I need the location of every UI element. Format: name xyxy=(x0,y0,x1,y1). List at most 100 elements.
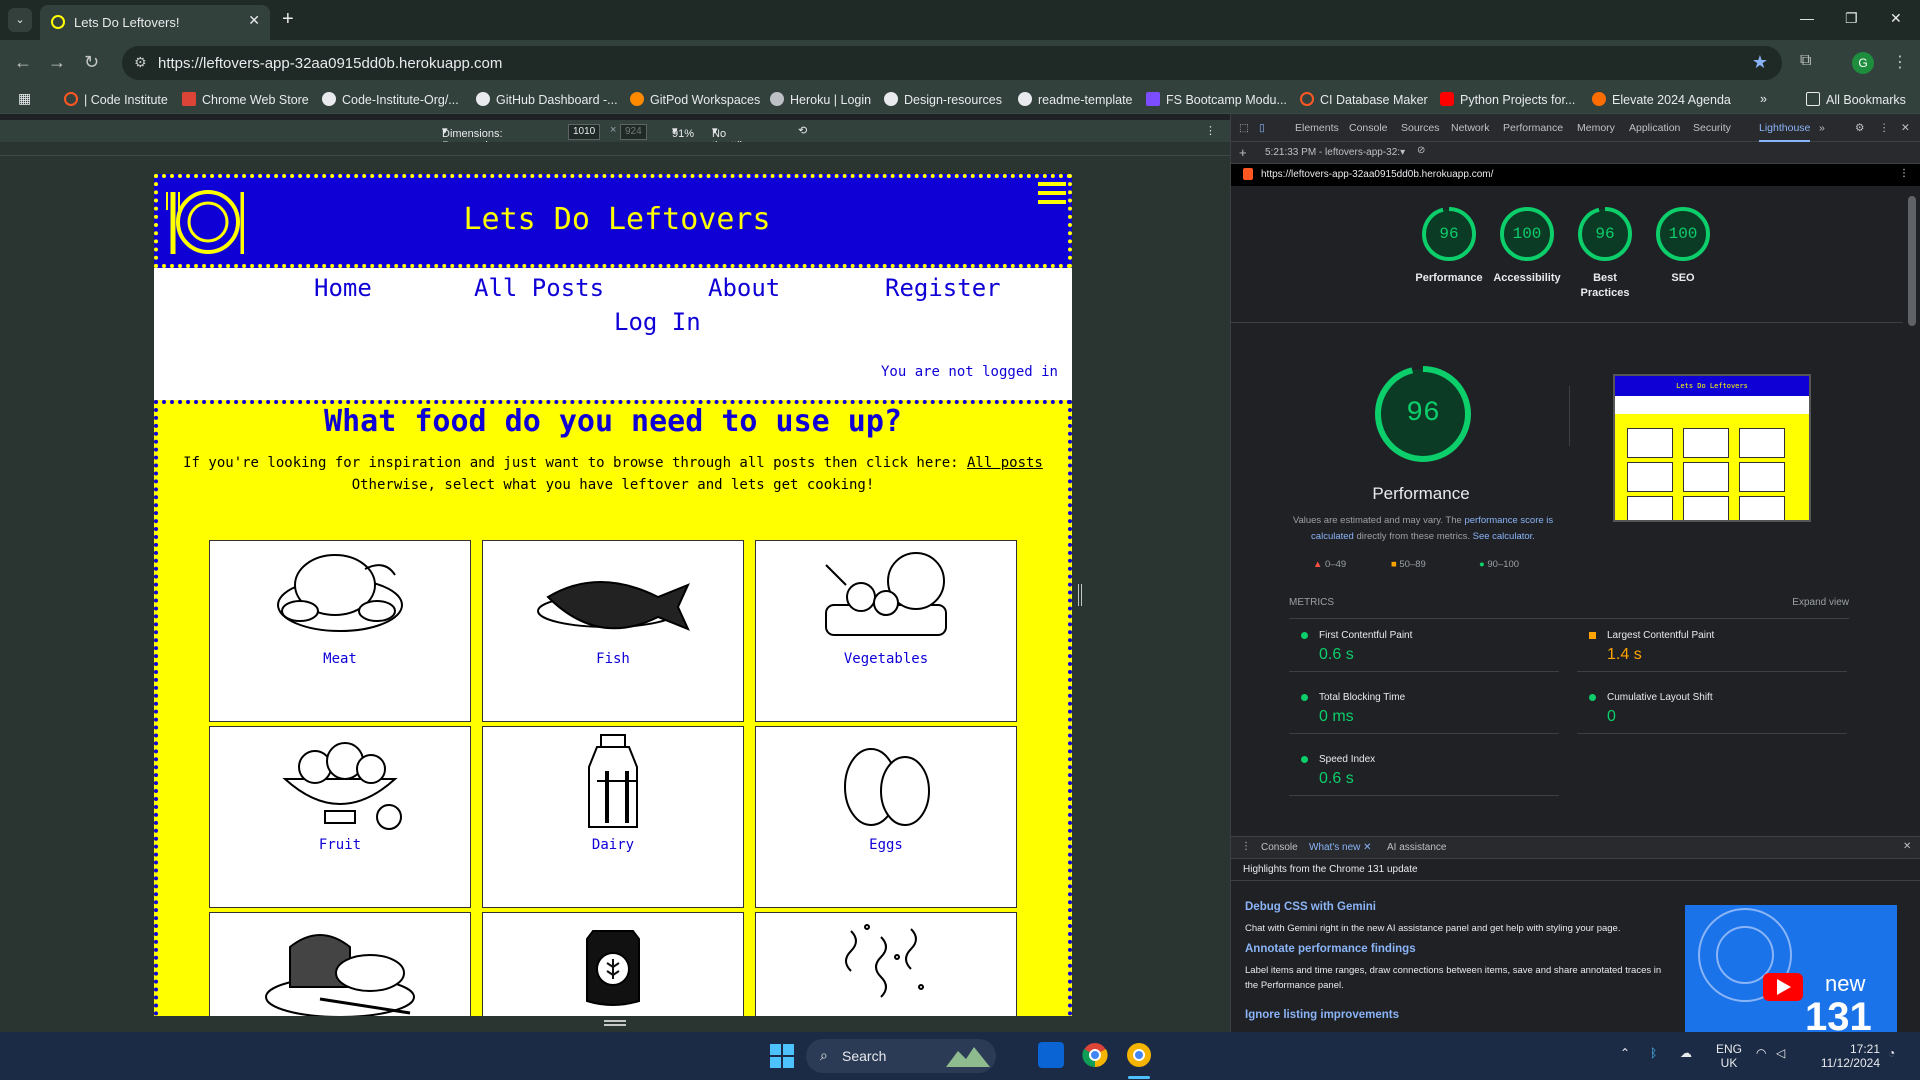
tab-lighthouse[interactable]: Lighthouse xyxy=(1759,122,1811,142)
score-best-practices[interactable]: 96 Best Practices xyxy=(1565,206,1645,301)
height-input[interactable]: 924 xyxy=(620,124,647,140)
close-devtools-icon[interactable]: ✕ xyxy=(1901,122,1910,134)
category-card-dairy[interactable]: Dairy xyxy=(482,726,744,908)
restore-icon[interactable]: ❐ xyxy=(1845,10,1858,27)
tab-active[interactable]: Lets Do Leftovers! ✕ xyxy=(40,5,270,40)
nav-log-in[interactable]: Log In xyxy=(614,308,701,336)
outlook-icon[interactable] xyxy=(1038,1042,1064,1068)
bookmark-item[interactable]: Heroku | Login xyxy=(770,92,871,107)
drawer-tab-console[interactable]: Console xyxy=(1261,842,1298,853)
chrome-canary-icon[interactable] xyxy=(1126,1042,1152,1068)
bookmark-item[interactable]: Chrome Web Store xyxy=(182,92,309,107)
clear-icon[interactable]: ⊘ xyxy=(1417,145,1425,156)
width-input[interactable]: 1010 xyxy=(568,124,601,140)
report-selector[interactable]: 5:21:33 PM - leftovers-app-32:▾ xyxy=(1265,147,1405,158)
menu-icon[interactable]: ⋮ xyxy=(1892,52,1908,72)
new-tab-button[interactable]: + xyxy=(282,8,294,30)
profile-avatar[interactable]: G xyxy=(1852,52,1874,74)
chrome-icon[interactable] xyxy=(1082,1042,1108,1068)
back-icon[interactable]: ← xyxy=(14,52,32,73)
tab-sources[interactable]: Sources xyxy=(1401,122,1440,134)
score-seo[interactable]: 100 SEO xyxy=(1643,206,1723,286)
device-toggle-icon[interactable]: ▯ xyxy=(1259,122,1265,134)
expand-view-toggle[interactable]: Expand view xyxy=(1792,597,1849,608)
clock[interactable]: 17:21 11/12/2024 xyxy=(1808,1042,1880,1070)
throttling-select[interactable]: No throttling ▾ xyxy=(712,124,754,152)
score-accessibility[interactable]: 100 Accessibility xyxy=(1487,206,1567,286)
close-drawer-icon[interactable]: ✕ xyxy=(1903,841,1911,852)
tab-search-button[interactable]: ⌄ xyxy=(8,8,32,32)
tab-network[interactable]: Network xyxy=(1451,122,1490,134)
tab-console[interactable]: Console xyxy=(1349,122,1388,134)
whats-new-video-thumbnail[interactable]: new 131 xyxy=(1685,905,1897,1037)
category-card-fish[interactable]: Fish xyxy=(482,540,744,722)
notifications-icon[interactable]: ◔ xyxy=(1888,1046,1895,1060)
see-calculator-link[interactable]: See calculator. xyxy=(1473,531,1535,542)
bookmark-item[interactable]: Elevate 2024 Agenda xyxy=(1592,92,1731,107)
bookmark-item[interactable]: | Code Institute xyxy=(64,92,168,107)
volume-icon[interactable]: ◁ xyxy=(1776,1046,1785,1060)
category-card-fruit[interactable]: Fruit xyxy=(209,726,471,908)
category-card-grains[interactable] xyxy=(482,912,744,1016)
category-card-eggs[interactable]: Eggs xyxy=(755,726,1017,908)
wifi-icon[interactable]: ◠ xyxy=(1756,1046,1766,1060)
devtools-menu-icon[interactable]: ⋮ xyxy=(1879,122,1890,134)
whats-new-title[interactable]: Debug CSS with Gemini xyxy=(1245,901,1376,913)
address-bar[interactable]: ⚙ https://leftovers-app-32aa0915dd0b.her… xyxy=(122,46,1782,80)
score-performance[interactable]: 96 Performance xyxy=(1409,206,1489,286)
nav-register[interactable]: Register xyxy=(885,274,1001,302)
drawer-tab-ai-assistance[interactable]: AI assistance xyxy=(1387,842,1446,853)
tab-application[interactable]: Application xyxy=(1629,122,1680,134)
bookmark-item[interactable]: readme-template xyxy=(1018,92,1133,107)
all-posts-link[interactable]: All posts xyxy=(967,455,1043,471)
hamburger-menu-icon[interactable] xyxy=(1038,182,1066,209)
more-tabs-icon[interactable]: » xyxy=(1819,122,1825,134)
nav-home[interactable]: Home xyxy=(314,274,372,302)
onedrive-cloud-icon[interactable]: ☁ xyxy=(1680,1046,1692,1060)
minimize-icon[interactable]: — xyxy=(1800,10,1814,26)
site-info-icon[interactable]: ⚙ xyxy=(134,54,147,71)
category-card-other[interactable] xyxy=(755,912,1017,1016)
device-options-icon[interactable]: ⋮ xyxy=(1205,124,1216,137)
all-bookmarks-folder[interactable]: All Bookmarks xyxy=(1806,92,1906,107)
whats-new-title[interactable]: Ignore listing improvements xyxy=(1245,1009,1399,1021)
bookmark-item[interactable]: Code-Institute-Org/... xyxy=(322,92,459,107)
report-menu-icon[interactable]: ⋮ xyxy=(1899,168,1909,179)
tab-elements[interactable]: Elements xyxy=(1295,122,1339,134)
zoom-select[interactable]: 91% ▾ xyxy=(672,124,694,140)
viewport-resize-handle-right[interactable] xyxy=(1078,584,1082,606)
settings-gear-icon[interactable]: ⚙ xyxy=(1855,122,1864,134)
more-bookmarks-icon[interactable]: » xyxy=(1760,92,1767,106)
report-scrollbar[interactable] xyxy=(1903,186,1920,836)
final-screenshot-thumbnail[interactable]: Lets Do Leftovers xyxy=(1613,374,1811,522)
bookmark-item[interactable]: Design-resources xyxy=(884,92,1002,107)
bookmark-star-icon[interactable]: ★ xyxy=(1752,52,1768,73)
viewport-resize-handle-bottom[interactable] xyxy=(604,1020,626,1026)
language-indicator[interactable]: ENG UK xyxy=(1716,1042,1742,1070)
url-text[interactable]: https://leftovers-app-32aa0915dd0b.herok… xyxy=(158,55,502,72)
tab-security[interactable]: Security xyxy=(1693,122,1731,134)
bookmark-item[interactable]: Python Projects for... xyxy=(1440,92,1575,107)
extensions-icon[interactable]: ⧉ xyxy=(1800,52,1811,70)
bookmark-item[interactable]: FS Bootcamp Modu... xyxy=(1146,92,1287,107)
tab-memory[interactable]: Memory xyxy=(1577,122,1615,134)
new-report-icon[interactable]: + xyxy=(1239,145,1247,160)
forward-icon[interactable]: → xyxy=(48,52,66,73)
tab-performance[interactable]: Performance xyxy=(1503,122,1563,134)
show-hidden-icons-icon[interactable]: ⌃ xyxy=(1620,1046,1630,1060)
close-tab-icon[interactable]: ✕ xyxy=(248,12,260,29)
nav-all-posts[interactable]: All Posts xyxy=(474,274,604,302)
rotate-icon[interactable]: ⟲ xyxy=(798,124,807,137)
inspect-icon[interactable]: ⬚ xyxy=(1239,122,1249,134)
taskbar-search[interactable]: ⌕ Search xyxy=(806,1039,996,1073)
category-card-vegetables[interactable]: Vegetables xyxy=(755,540,1017,722)
nav-about[interactable]: About xyxy=(708,274,780,302)
dimensions-select[interactable]: Dimensions: Responsive ▾ xyxy=(442,124,503,152)
apps-icon[interactable]: ▦ xyxy=(18,90,31,107)
category-card-meat[interactable]: Meat xyxy=(209,540,471,722)
category-card-bread[interactable] xyxy=(209,912,471,1016)
bookmark-item[interactable]: GitHub Dashboard -... xyxy=(476,92,618,107)
bookmark-item[interactable]: GitPod Workspaces xyxy=(630,92,760,107)
drawer-menu-icon[interactable]: ⋮ xyxy=(1241,841,1251,852)
report-url[interactable]: https://leftovers-app-32aa0915dd0b.herok… xyxy=(1261,169,1493,180)
